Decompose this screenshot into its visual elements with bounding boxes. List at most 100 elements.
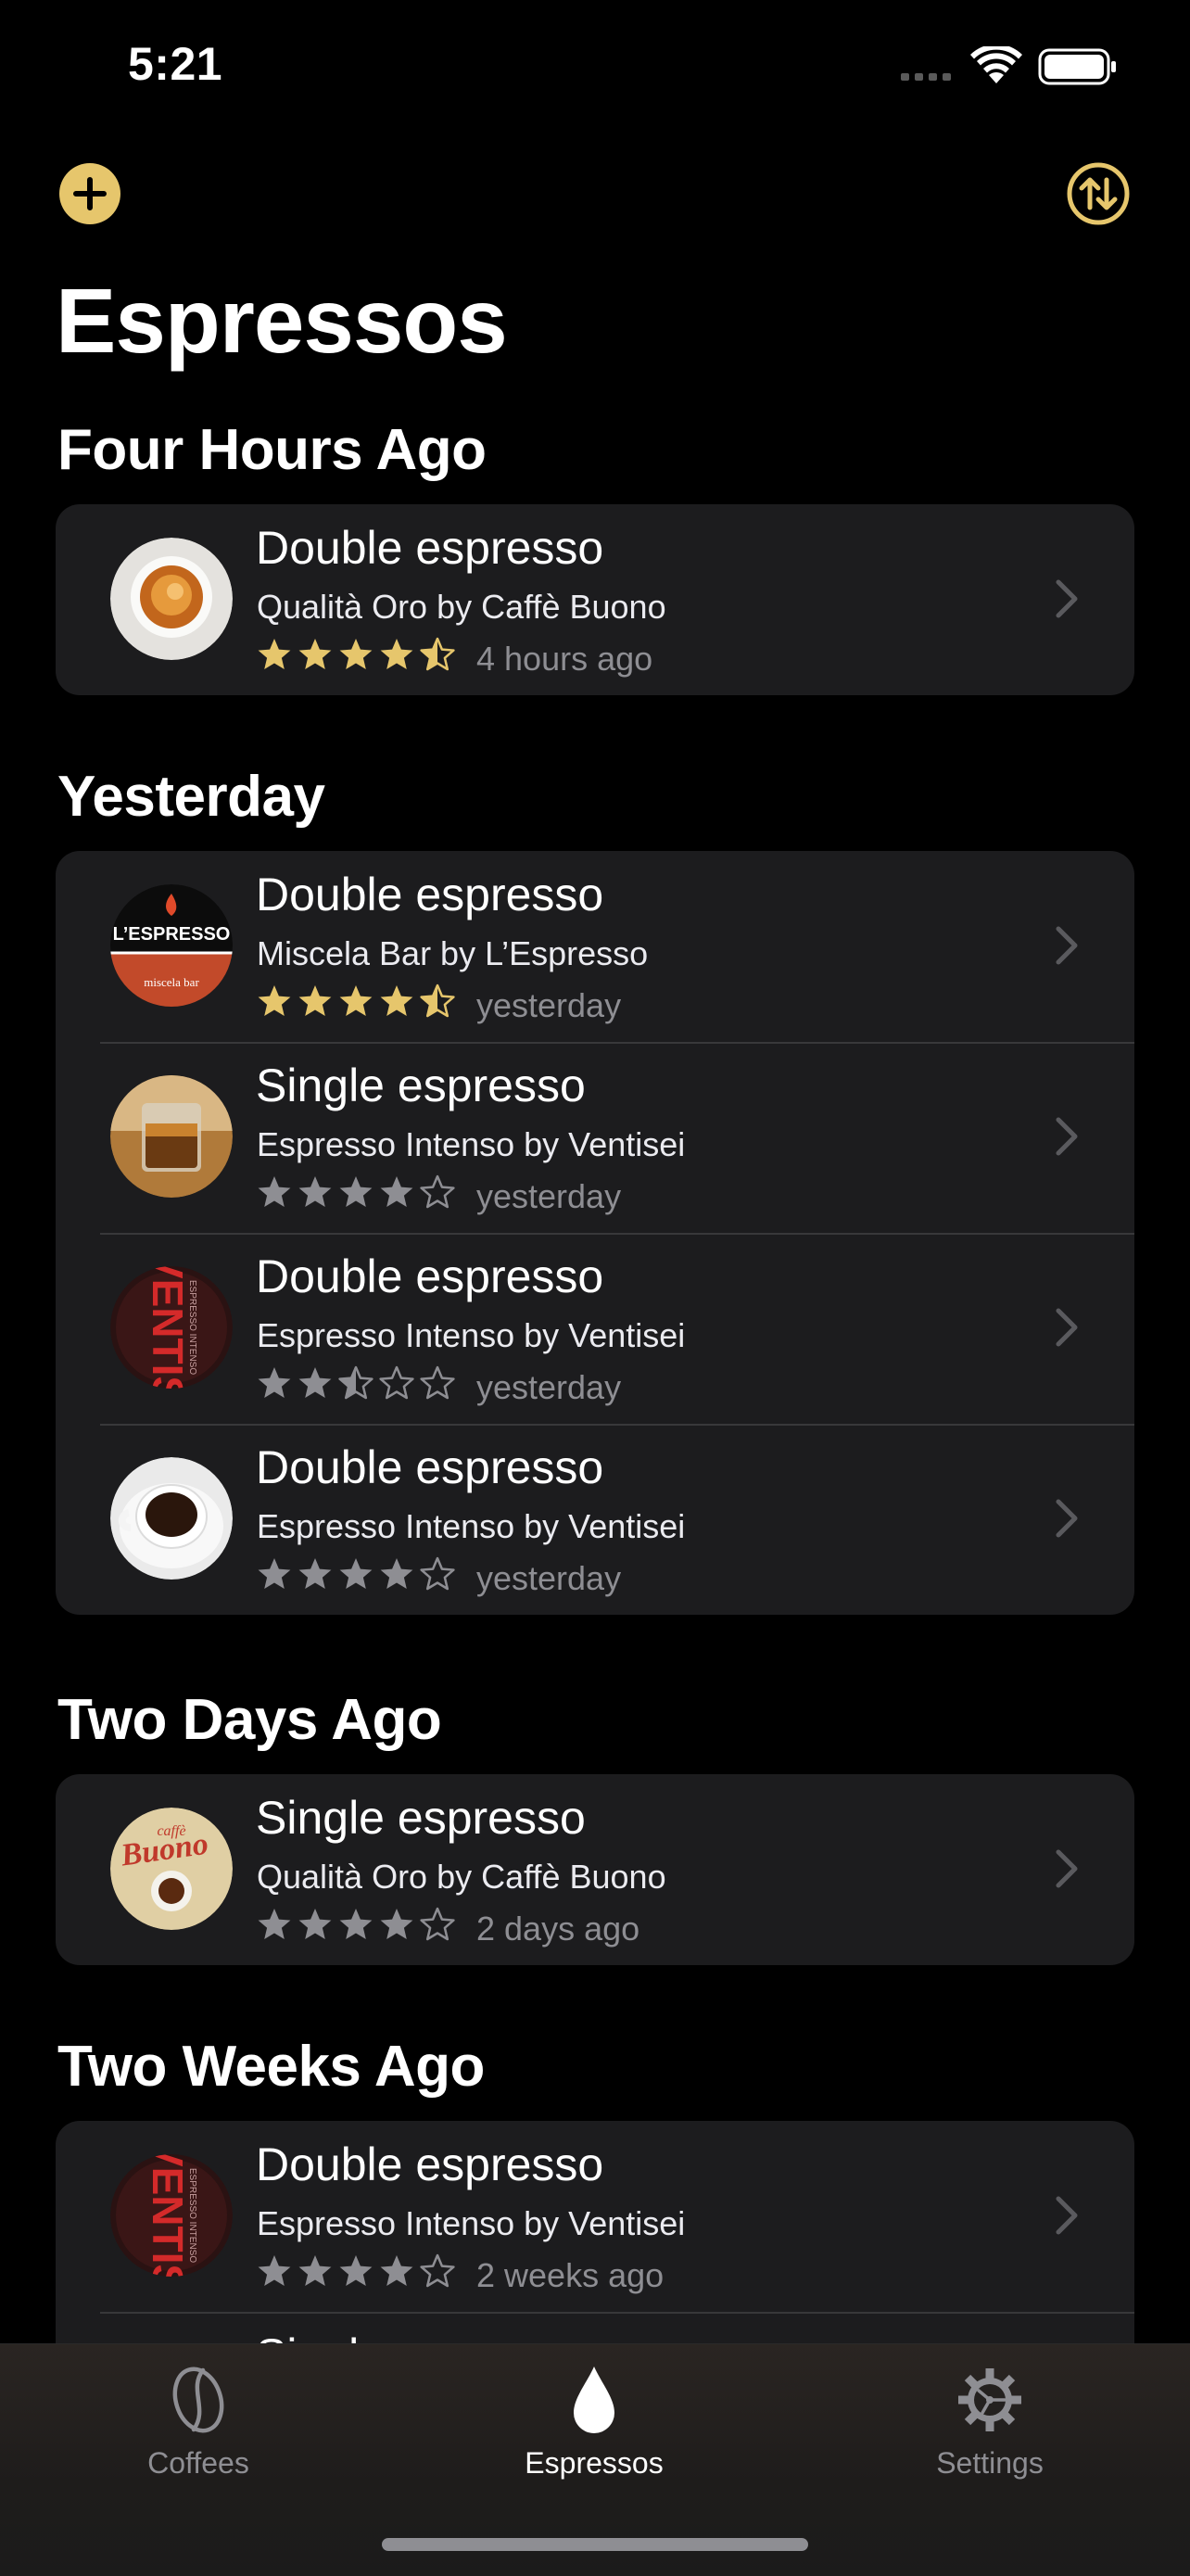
chevron-right-icon [1056,1117,1078,1156]
star-filled-icon [298,1909,332,1939]
espresso-title: Single espresso [256,1792,586,1844]
espresso-coffee: Espresso Intenso by Ventisei [257,1125,686,1163]
espresso-row[interactable]: Single espresso Espresso Intenso by Vent… [56,1042,1134,1233]
glass-espresso-thumbnail [110,1075,233,1198]
espresso-row[interactable]: VENTIS ESPRESSO INTENSO Double espresso … [56,2121,1134,2312]
star-rating [256,2252,456,2290]
star-filled-icon [380,985,413,1016]
espresso-coffee: Qualità Oro by Caffè Buono [257,588,666,626]
espresso-time: yesterday [476,986,622,1024]
espresso-list-card: caffè Buono Single espresso Qualità Oro … [56,1774,1134,1965]
espresso-time: yesterday [476,1559,622,1597]
star-filled-icon [339,1176,373,1207]
star-rating [256,636,456,673]
star-filled-icon [380,1558,413,1589]
star-filled-icon [380,1909,413,1939]
star-filled-icon [298,2255,332,2286]
espresso-title: Double espresso [256,1250,604,1302]
tab-label: Espressos [525,2446,664,2480]
coffee-bean-icon [172,2367,224,2433]
espresso-title: Single espresso [256,1060,586,1111]
ventisei-label-thumbnail: VENTIS ESPRESSO INTENSO [110,1266,233,1389]
star-filled-icon [339,639,373,669]
star-empty-icon [420,1174,455,1209]
espresso-time: 2 weeks ago [476,2256,665,2294]
section-header: Yesterday [57,765,325,829]
home-indicator [382,2538,808,2551]
espresso-row[interactable]: Double espresso Espresso Intenso by Vent… [56,1424,1134,1615]
espresso-row[interactable]: VENTIS ESPRESSO INTENSO Double espresso … [56,1233,1134,1424]
espresso-time: 2 days ago [476,1910,640,1948]
tab-settings[interactable]: Settings [851,2363,1129,2502]
star-empty-icon [420,1556,455,1591]
star-filled-icon [258,639,291,669]
espresso-list-card: Double espresso Qualità Oro by Caffè Buo… [56,504,1134,695]
star-filled-icon [380,639,413,669]
espresso-time: 4 hours ago [476,640,653,678]
star-rating [256,1364,456,1402]
star-filled-icon [298,1558,332,1589]
sort-button[interactable] [1066,161,1131,226]
chevron-right-icon [1056,926,1078,965]
white-cup-thumbnail [110,1457,233,1580]
espresso-time: yesterday [476,1368,622,1406]
star-filled-icon [298,639,332,669]
chevron-right-icon [1056,1849,1078,1888]
star-empty-icon [420,2253,455,2288]
chevron-right-icon [1056,1308,1078,1347]
section-header: Two Weeks Ago [57,2035,485,2099]
cellular-signal-icon [901,73,956,81]
ventisei-label-thumbnail: VENTIS ESPRESSO INTENSO [110,2154,233,2277]
espresso-time: yesterday [476,1177,622,1215]
espresso-row[interactable]: Single espresso [56,2312,1134,2343]
espresso-list-card: VENTIS ESPRESSO INTENSO Double espresso … [56,2121,1134,2343]
star-filled-icon [380,1176,413,1207]
chevron-right-icon [1056,579,1078,618]
star-half-icon [338,1365,373,1400]
ventisei-sub-text: ESPRESSO INTENSO [187,2168,197,2263]
star-empty-icon [420,1365,455,1400]
espresso-title: Single espresso [256,2329,586,2343]
lespresso-sub-text: miscela bar [144,975,199,989]
espresso-row[interactable]: caffè Buono Single espresso Qualità Oro … [56,1774,1134,1965]
espresso-crema-thumbnail [110,538,233,660]
tab-label: Coffees [147,2446,249,2480]
star-filled-icon [339,1558,373,1589]
star-empty-icon [420,1907,455,1941]
section-header: Two Days Ago [57,1688,442,1752]
star-filled-icon [258,1367,291,1398]
star-filled-icon [298,1367,332,1398]
wifi-icon [970,46,1022,83]
add-espresso-button[interactable] [59,163,120,224]
tab-coffees[interactable]: Coffees [59,2363,337,2502]
espresso-row[interactable]: Double espresso Qualità Oro by Caffè Buo… [56,504,1134,695]
espresso-coffee: Miscela Bar by L’Espresso [257,934,649,972]
star-rating [256,1174,456,1211]
chevron-right-icon [1056,2196,1078,2235]
star-filled-icon [258,985,291,1016]
espresso-coffee: Qualità Oro by Caffè Buono [257,1858,666,1896]
tab-espressos[interactable]: Espressos [455,2363,733,2502]
star-filled-icon [339,985,373,1016]
caffe-buono-thumbnail: caffè Buono [110,1808,233,1930]
star-half-icon [420,983,455,1018]
star-rating [256,1555,456,1593]
star-empty-icon [379,1365,414,1400]
espresso-row[interactable]: L’ESPRESSO miscela bar Double espresso M… [56,851,1134,1042]
star-half-icon [420,637,455,671]
star-filled-icon [339,2255,373,2286]
chevron-right-icon [1056,1499,1078,1538]
espresso-coffee: Espresso Intenso by Ventisei [257,2204,686,2242]
plus-icon [73,177,107,210]
star-filled-icon [380,2255,413,2286]
espresso-title: Double espresso [256,869,604,920]
star-filled-icon [298,1176,332,1207]
espresso-coffee: Espresso Intenso by Ventisei [257,1507,686,1545]
drop-icon [574,2367,614,2433]
star-filled-icon [339,1909,373,1939]
tab-label: Settings [936,2446,1044,2480]
espresso-coffee: Espresso Intenso by Ventisei [257,1316,686,1354]
battery-icon [1038,48,1116,85]
star-filled-icon [298,985,332,1016]
star-filled-icon [258,1558,291,1589]
